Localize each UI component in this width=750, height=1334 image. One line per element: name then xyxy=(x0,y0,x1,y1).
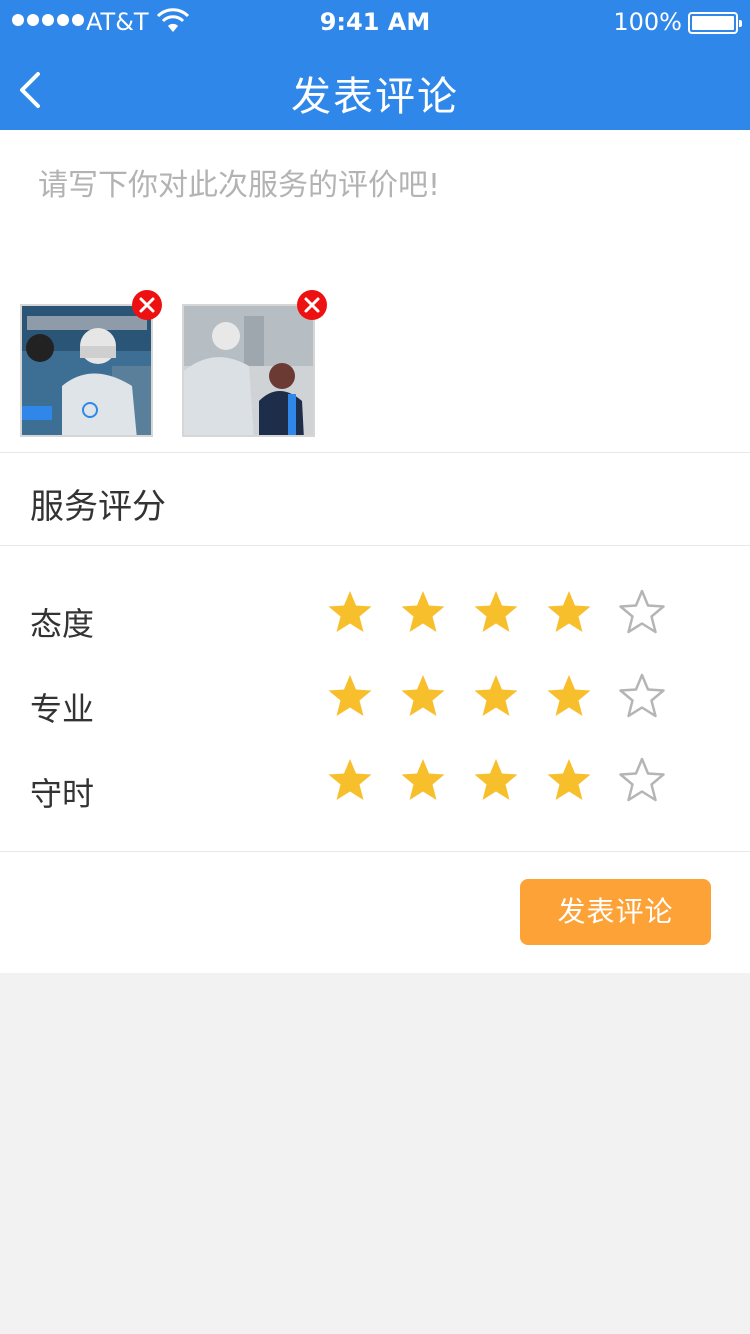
star-filled-icon[interactable] xyxy=(545,588,593,636)
comment-card: 服务评分 态度 专业 守时 发表评论 xyxy=(0,130,750,973)
navigation-bar: 发表评论 xyxy=(0,44,750,130)
star-filled-icon[interactable] xyxy=(399,756,447,804)
star-filled-icon[interactable] xyxy=(545,756,593,804)
rating-section-title: 服务评分 xyxy=(30,487,166,527)
star-empty-icon[interactable] xyxy=(618,756,666,804)
star-filled-icon[interactable] xyxy=(399,588,447,636)
divider xyxy=(0,851,750,852)
star-filled-icon[interactable] xyxy=(326,672,374,720)
star-empty-icon[interactable] xyxy=(618,588,666,636)
battery-icon xyxy=(688,12,742,34)
divider xyxy=(0,545,750,546)
top-bar: AT&T 9:41 AM 100% 发表评论 xyxy=(0,0,750,130)
star-filled-icon[interactable] xyxy=(472,588,520,636)
photo-thumbnail-1[interactable] xyxy=(20,304,153,437)
star-filled-icon[interactable] xyxy=(326,588,374,636)
star-filled-icon[interactable] xyxy=(472,672,520,720)
rating-stars-professional[interactable] xyxy=(326,672,666,720)
submit-comment-button[interactable]: 发表评论 xyxy=(520,879,711,945)
star-filled-icon[interactable] xyxy=(545,672,593,720)
status-bar: AT&T 9:41 AM 100% xyxy=(0,0,750,44)
technician-customer-photo xyxy=(184,306,313,435)
close-icon xyxy=(139,297,155,313)
comment-input[interactable] xyxy=(38,160,718,280)
rating-label-professional: 专业 xyxy=(30,690,95,728)
star-filled-icon[interactable] xyxy=(472,756,520,804)
star-empty-icon[interactable] xyxy=(618,672,666,720)
battery-percentage: 100% xyxy=(613,8,682,36)
rating-stars-punctuality[interactable] xyxy=(326,756,666,804)
star-filled-icon[interactable] xyxy=(326,756,374,804)
photo-thumbnail-2[interactable] xyxy=(182,304,315,437)
rating-label-punctuality: 守时 xyxy=(30,775,95,813)
technician-photo xyxy=(22,306,151,435)
delete-photo-1-button[interactable] xyxy=(132,290,162,320)
rating-label-attitude: 态度 xyxy=(30,605,95,643)
close-icon xyxy=(304,297,320,313)
divider xyxy=(0,452,750,453)
rating-stars-attitude[interactable] xyxy=(326,588,666,636)
page-title: 发表评论 xyxy=(291,74,459,120)
star-filled-icon[interactable] xyxy=(399,672,447,720)
delete-photo-2-button[interactable] xyxy=(297,290,327,320)
